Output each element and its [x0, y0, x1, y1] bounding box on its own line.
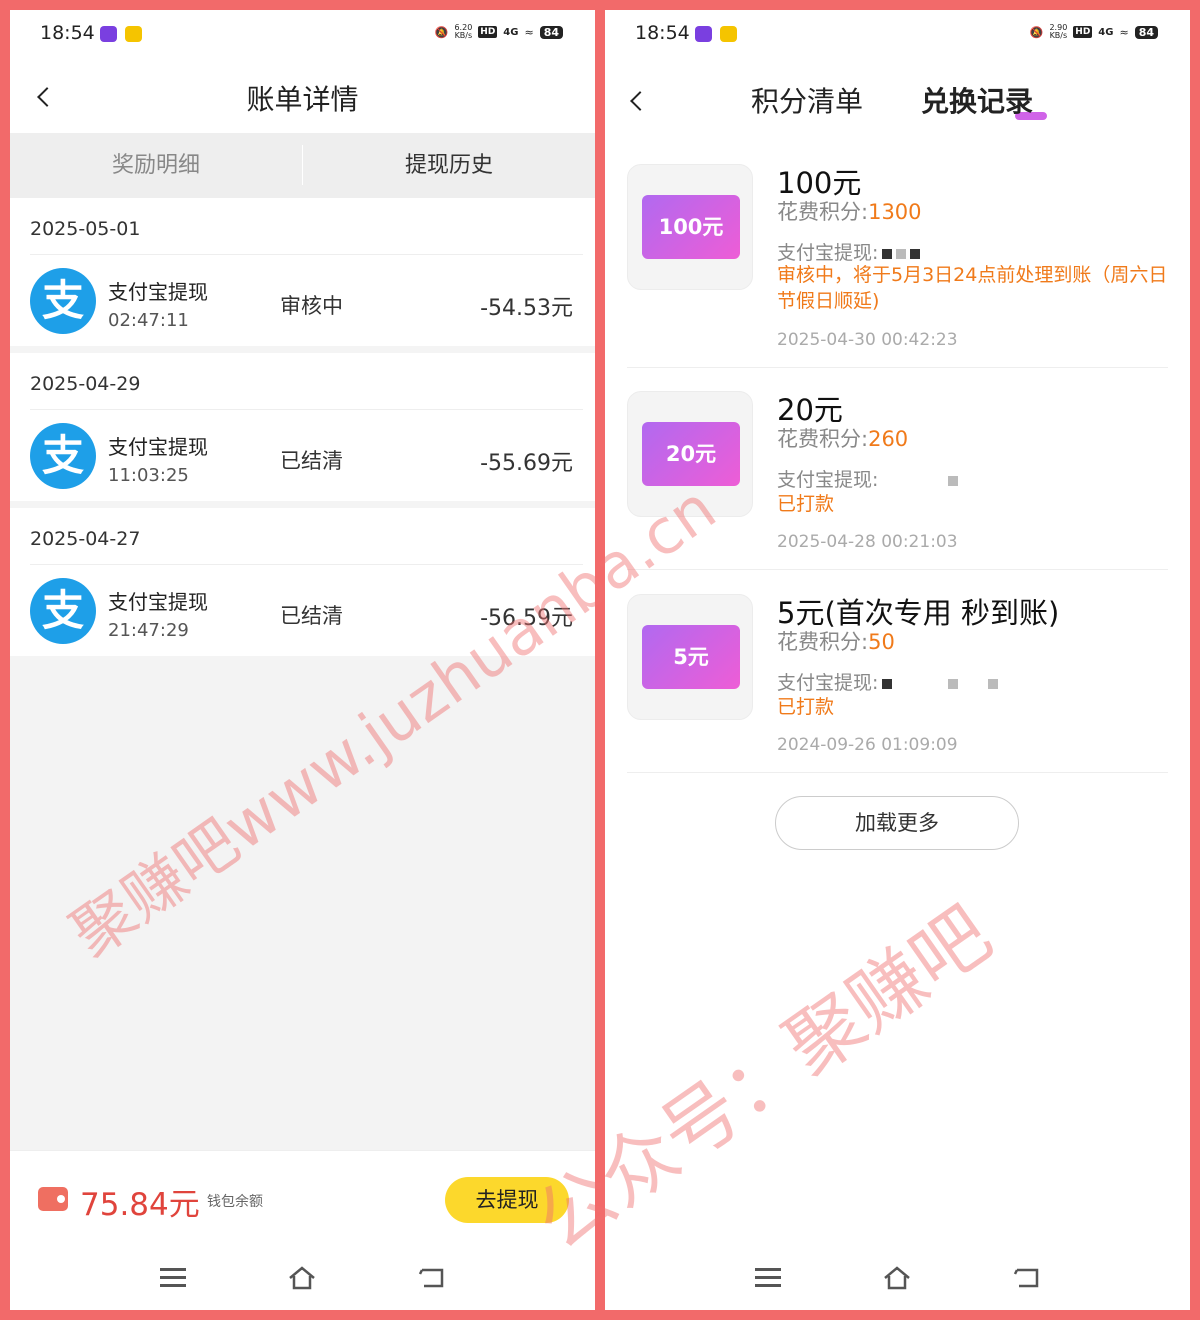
record-amount: -55.69元 [480, 451, 573, 476]
voucher-badge: 20元 [642, 422, 740, 486]
list-item[interactable]: 2025-05-01 支 支付宝提现 02:47:11 审核中 -54.53元 [10, 198, 595, 353]
list-item[interactable]: 2025-04-29 支 支付宝提现 11:03:25 已结清 -55.69元 [10, 353, 595, 508]
alipay-icon: 支 [30, 578, 96, 644]
tab-points-list[interactable]: 积分清单 [751, 80, 863, 120]
app-notification-icon [720, 26, 737, 42]
divider [30, 564, 583, 565]
tab-bar: 积分清单 兑换记录 [605, 80, 1190, 130]
item-alipay-account: 支付宝提现: [777, 668, 999, 695]
hd-icon: HD [1073, 26, 1093, 38]
load-more-button[interactable]: 加载更多 [775, 796, 1019, 850]
menu-icon[interactable] [160, 1268, 186, 1292]
app-notification-icon [695, 26, 712, 42]
item-status: 已打款 [777, 696, 835, 718]
record-date: 2025-04-29 [30, 373, 141, 395]
tab-exchange-records[interactable]: 兑换记录 [921, 80, 1033, 120]
record-time: 11:03:25 [108, 465, 189, 486]
status-icons: 🔕 2.90 KB/s HD 4G ≈ 84 [1030, 24, 1158, 40]
voucher-badge: 5元 [642, 625, 740, 689]
withdraw-button[interactable]: 去提现 [445, 1177, 569, 1223]
left-phone-screen: 18:54 🔕 6.20 KB/s HD 4G ≈ 84 账单详情 奖励明细 提现… [10, 10, 595, 1310]
app-notification-icon [125, 26, 142, 42]
divider [30, 254, 583, 255]
mute-bell-icon: 🔕 [434, 25, 449, 39]
mute-bell-icon: 🔕 [1029, 25, 1044, 39]
menu-icon[interactable] [755, 1268, 781, 1292]
item-points: 花费积分:1300 [777, 200, 922, 224]
system-nav-bar [10, 1250, 595, 1310]
record-amount: -56.59元 [480, 606, 573, 631]
item-points: 花费积分:50 [777, 630, 895, 654]
signal-icon: 4G [1098, 26, 1114, 38]
record-status: 已结清 [280, 604, 343, 628]
list-item[interactable]: 2025-04-27 支 支付宝提现 21:47:29 已结清 -56.59元 [10, 508, 595, 663]
item-date: 2025-04-30 00:42:23 [777, 330, 958, 350]
item-points: 花费积分:260 [777, 427, 909, 451]
record-date: 2025-04-27 [30, 528, 141, 550]
battery-icon: 84 [1134, 25, 1158, 39]
tab-reward-details[interactable]: 奖励明细 [10, 133, 302, 198]
home-icon[interactable] [882, 1266, 912, 1290]
wallet-balance-label: 钱包余额 [207, 1194, 263, 1210]
item-date: 2025-04-28 00:21:03 [777, 532, 958, 552]
network-speed: 2.90 KB/s [1049, 23, 1068, 40]
wifi-icon: ≈ [524, 25, 534, 39]
record-time: 21:47:29 [108, 620, 189, 641]
alipay-icon: 支 [30, 268, 96, 334]
voucher-badge: 100元 [642, 195, 740, 259]
record-title: 支付宝提现 [108, 280, 208, 304]
tab-bar: 奖励明细 提现历史 [10, 133, 595, 198]
record-status: 审核中 [280, 294, 343, 318]
record-status: 已结清 [280, 449, 343, 473]
back-nav-icon[interactable] [1013, 1266, 1041, 1290]
status-bar: 18:54 🔕 6.20 KB/s HD 4G ≈ 84 [10, 10, 595, 60]
signal-icon: 4G [503, 26, 519, 38]
voucher-thumbnail: 20元 [627, 391, 753, 517]
record-time: 02:47:11 [108, 310, 189, 331]
item-status: 已打款 [777, 493, 835, 515]
battery-icon: 84 [539, 25, 563, 39]
status-time: 18:54 [635, 22, 690, 44]
home-icon[interactable] [287, 1266, 317, 1290]
status-time: 18:54 [40, 22, 95, 44]
status-bar: 18:54 🔕 2.90 KB/s HD 4G ≈ 84 [605, 10, 1190, 60]
tab-withdraw-history[interactable]: 提现历史 [303, 133, 595, 198]
item-status: 审核中，将于5月3日24点前处理到账（周六日节假日顺延) [777, 264, 1168, 312]
item-date: 2024-09-26 01:09:09 [777, 735, 958, 755]
record-amount: -54.53元 [480, 296, 573, 321]
divider [30, 409, 583, 410]
status-icons: 🔕 6.20 KB/s HD 4G ≈ 84 [435, 24, 563, 40]
wallet-balance: 75.84元 [80, 1187, 200, 1223]
wifi-icon: ≈ [1119, 25, 1129, 39]
voucher-thumbnail: 5元 [627, 594, 753, 720]
network-speed: 6.20 KB/s [454, 23, 473, 40]
record-title: 支付宝提现 [108, 590, 208, 614]
hd-icon: HD [478, 26, 498, 38]
divider [627, 772, 1168, 773]
divider [627, 367, 1168, 368]
withdraw-list: 2025-05-01 支 支付宝提现 02:47:11 审核中 -54.53元 … [10, 198, 595, 663]
wallet-icon [38, 1187, 68, 1211]
app-notification-icon [100, 26, 117, 42]
divider [627, 569, 1168, 570]
balance-bar: 75.84元 钱包余额 去提现 [10, 1150, 595, 1250]
record-title: 支付宝提现 [108, 435, 208, 459]
item-alipay-account: 支付宝提现: [777, 238, 921, 265]
alipay-icon: 支 [30, 423, 96, 489]
system-nav-bar [605, 1250, 1190, 1310]
page-title: 账单详情 [246, 83, 359, 116]
right-phone-screen: 18:54 🔕 2.90 KB/s HD 4G ≈ 84 积分清单 兑换记录 10… [605, 10, 1190, 1310]
voucher-thumbnail: 100元 [627, 164, 753, 290]
item-alipay-account: 支付宝提现: [777, 465, 959, 492]
back-nav-icon[interactable] [418, 1266, 446, 1290]
empty-area [10, 660, 595, 1150]
record-date: 2025-05-01 [30, 218, 141, 240]
